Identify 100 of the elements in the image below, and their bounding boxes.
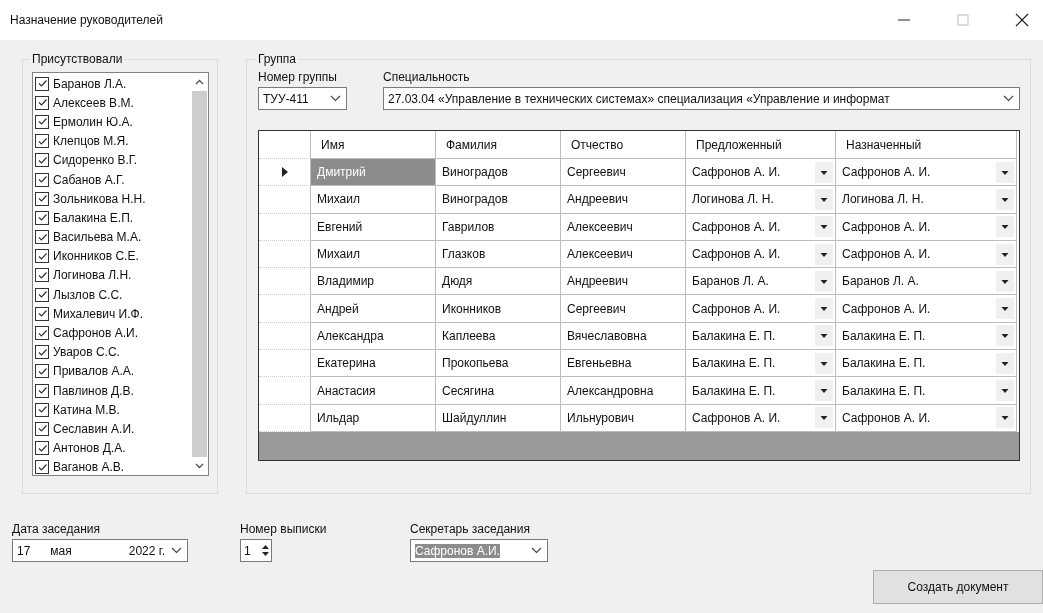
dropdown-cell[interactable]: Сафронов А. И.	[836, 295, 1017, 323]
dropdown-cell[interactable]: Балакина Е. П.	[686, 322, 836, 351]
attendee-name: Катина М.В.	[53, 402, 120, 417]
attendee-name: Привалов А.А.	[53, 364, 135, 379]
table-cell: Михаил	[311, 186, 436, 214]
checkbox[interactable]	[35, 402, 49, 417]
number-spinner[interactable]: 1	[240, 539, 272, 562]
dropdown-cell[interactable]: Сафронов А. И.	[836, 404, 1017, 432]
row-header	[259, 131, 311, 159]
checkbox[interactable]	[35, 268, 49, 283]
table-cell: Иконников	[436, 295, 561, 323]
checkbox[interactable]	[35, 76, 49, 91]
field-label: Номер группы	[258, 70, 338, 84]
checkbox[interactable]	[35, 345, 49, 360]
dropdown-cell[interactable]: Сафронов А. И.	[686, 159, 836, 187]
checkbox[interactable]	[35, 287, 49, 302]
attendee-name: Клепцов М.Я.	[53, 134, 129, 149]
attendee-name: Балакина Е.П.	[53, 210, 134, 225]
dropdown-cell[interactable]: Баранов Л. А.	[686, 268, 836, 296]
create-document-button[interactable]: Создать документ	[873, 570, 1043, 604]
dropdown-cell[interactable]: Балакина Е. П.	[836, 350, 1017, 378]
group-number-combo[interactable]: ТУУ-411	[258, 87, 347, 110]
dropdown-cell[interactable]: Сафронов А. И.	[686, 213, 836, 241]
specialty-combo[interactable]: 27.03.04 «Управление в технических системах» специализация «Управление и информат	[383, 87, 1020, 110]
table-cell: Ильдар	[311, 404, 436, 432]
checkbox[interactable]	[35, 230, 49, 245]
dropdown-cell[interactable]: Логинова Л. Н.	[686, 186, 836, 214]
dropdown-cell[interactable]: Сафронов А. И.	[686, 404, 836, 432]
checkbox[interactable]	[35, 114, 49, 129]
table-cell: Каплеева	[436, 322, 561, 351]
column-header[interactable]: Отчество	[561, 131, 686, 159]
dropdown-cell[interactable]: Балакина Е. П.	[686, 377, 836, 405]
table-cell: Виноградов	[436, 159, 561, 187]
checkbox[interactable]	[35, 383, 49, 398]
table-cell: Екатерина	[311, 350, 436, 378]
checkbox[interactable]	[35, 364, 49, 379]
table-cell: Евгеньевна	[561, 350, 686, 378]
window-title: Назначение руководителей	[10, 13, 163, 27]
checkbox[interactable]	[35, 134, 49, 149]
attendee-name: Баранов Л.А.	[53, 76, 127, 91]
checkbox[interactable]	[35, 421, 49, 436]
table-cell: Прокопьева	[436, 350, 561, 378]
attendee-name: Сидоренко В.Г.	[53, 153, 138, 168]
dropdown-cell[interactable]: Баранов Л. А.	[836, 268, 1017, 296]
table-cell: Шайдуллин	[436, 404, 561, 432]
attendee-name: Ваганов А.В.	[53, 460, 125, 475]
attendee-name: Лызлов С.С.	[53, 287, 123, 302]
table-cell: Михаил	[311, 240, 436, 269]
checkbox[interactable]	[35, 249, 49, 264]
checkbox[interactable]	[35, 95, 49, 110]
checkbox[interactable]	[35, 210, 49, 225]
checkbox[interactable]	[35, 153, 49, 168]
dropdown-cell[interactable]: Сафронов А. И.	[836, 159, 1017, 187]
column-header[interactable]: Фамилия	[436, 131, 561, 159]
dropdown-cell[interactable]: Сафронов А. И.	[686, 240, 836, 269]
table-cell: Глазков	[436, 240, 561, 269]
close-icon[interactable]	[1015, 13, 1029, 27]
dropdown-cell[interactable]: Балакина Е. П.	[836, 377, 1017, 405]
checkbox[interactable]	[35, 306, 49, 321]
column-header[interactable]: Назначенный	[836, 131, 1017, 159]
attendee-name: Ермолин Ю.А.	[53, 114, 133, 129]
group-title: Присутствовали	[31, 52, 124, 66]
attendee-name: Уваров С.С.	[53, 345, 120, 360]
dropdown-cell[interactable]: Балакина Е. П.	[836, 322, 1017, 351]
caret-icon	[171, 547, 182, 554]
checkbox[interactable]	[35, 441, 49, 456]
dropdown-cell[interactable]: Сафронов А. И.	[836, 240, 1017, 269]
attendee-name: Алексеев В.М.	[53, 95, 134, 110]
attendee-name: Сафронов А.И.	[53, 326, 138, 341]
checkbox[interactable]	[35, 191, 49, 206]
attendee-name: Зольникова Н.Н.	[53, 191, 146, 206]
scroll-down-icon[interactable]	[195, 463, 204, 469]
table-cell: Дюдя	[436, 268, 561, 296]
field-label: Номер выписки	[240, 522, 328, 536]
checkbox[interactable]	[35, 326, 49, 341]
checkbox[interactable]	[35, 460, 49, 475]
column-header[interactable]: Предложенный	[686, 131, 836, 159]
attendee-name: Сеславин А.И.	[53, 421, 135, 436]
table-cell: Андрей	[311, 295, 436, 323]
attendee-name: Михалевич И.Ф.	[53, 306, 143, 321]
table-cell: Гаврилов	[436, 213, 561, 241]
table-cell: Александра	[311, 322, 436, 351]
caret-icon	[531, 547, 542, 554]
table-cell: Владимир	[311, 268, 436, 296]
table-cell: Сергеевич	[561, 159, 686, 187]
table-cell: Евгений	[311, 213, 436, 241]
attendee-name: Логинова Л.Н.	[53, 268, 132, 283]
table-cell: Александровна	[561, 377, 686, 405]
dropdown-cell[interactable]: Сафронов А. И.	[836, 213, 1017, 241]
table-cell: Сергеевич	[561, 295, 686, 323]
dropdown-cell[interactable]: Балакина Е. П.	[686, 350, 836, 378]
dropdown-cell[interactable]: Логинова Л. Н.	[836, 186, 1017, 214]
attendee-name: Васильева М.А.	[53, 230, 142, 245]
date-picker[interactable]: 17 мая 2022 г.	[12, 539, 188, 562]
checkbox[interactable]	[35, 172, 49, 187]
scroll-up-icon[interactable]	[195, 79, 204, 85]
dropdown-cell[interactable]: Сафронов А. И.	[686, 295, 836, 323]
group-title: Группа	[257, 52, 298, 66]
table-cell: Виноградов	[436, 186, 561, 214]
field-label: Специальность	[383, 70, 471, 84]
